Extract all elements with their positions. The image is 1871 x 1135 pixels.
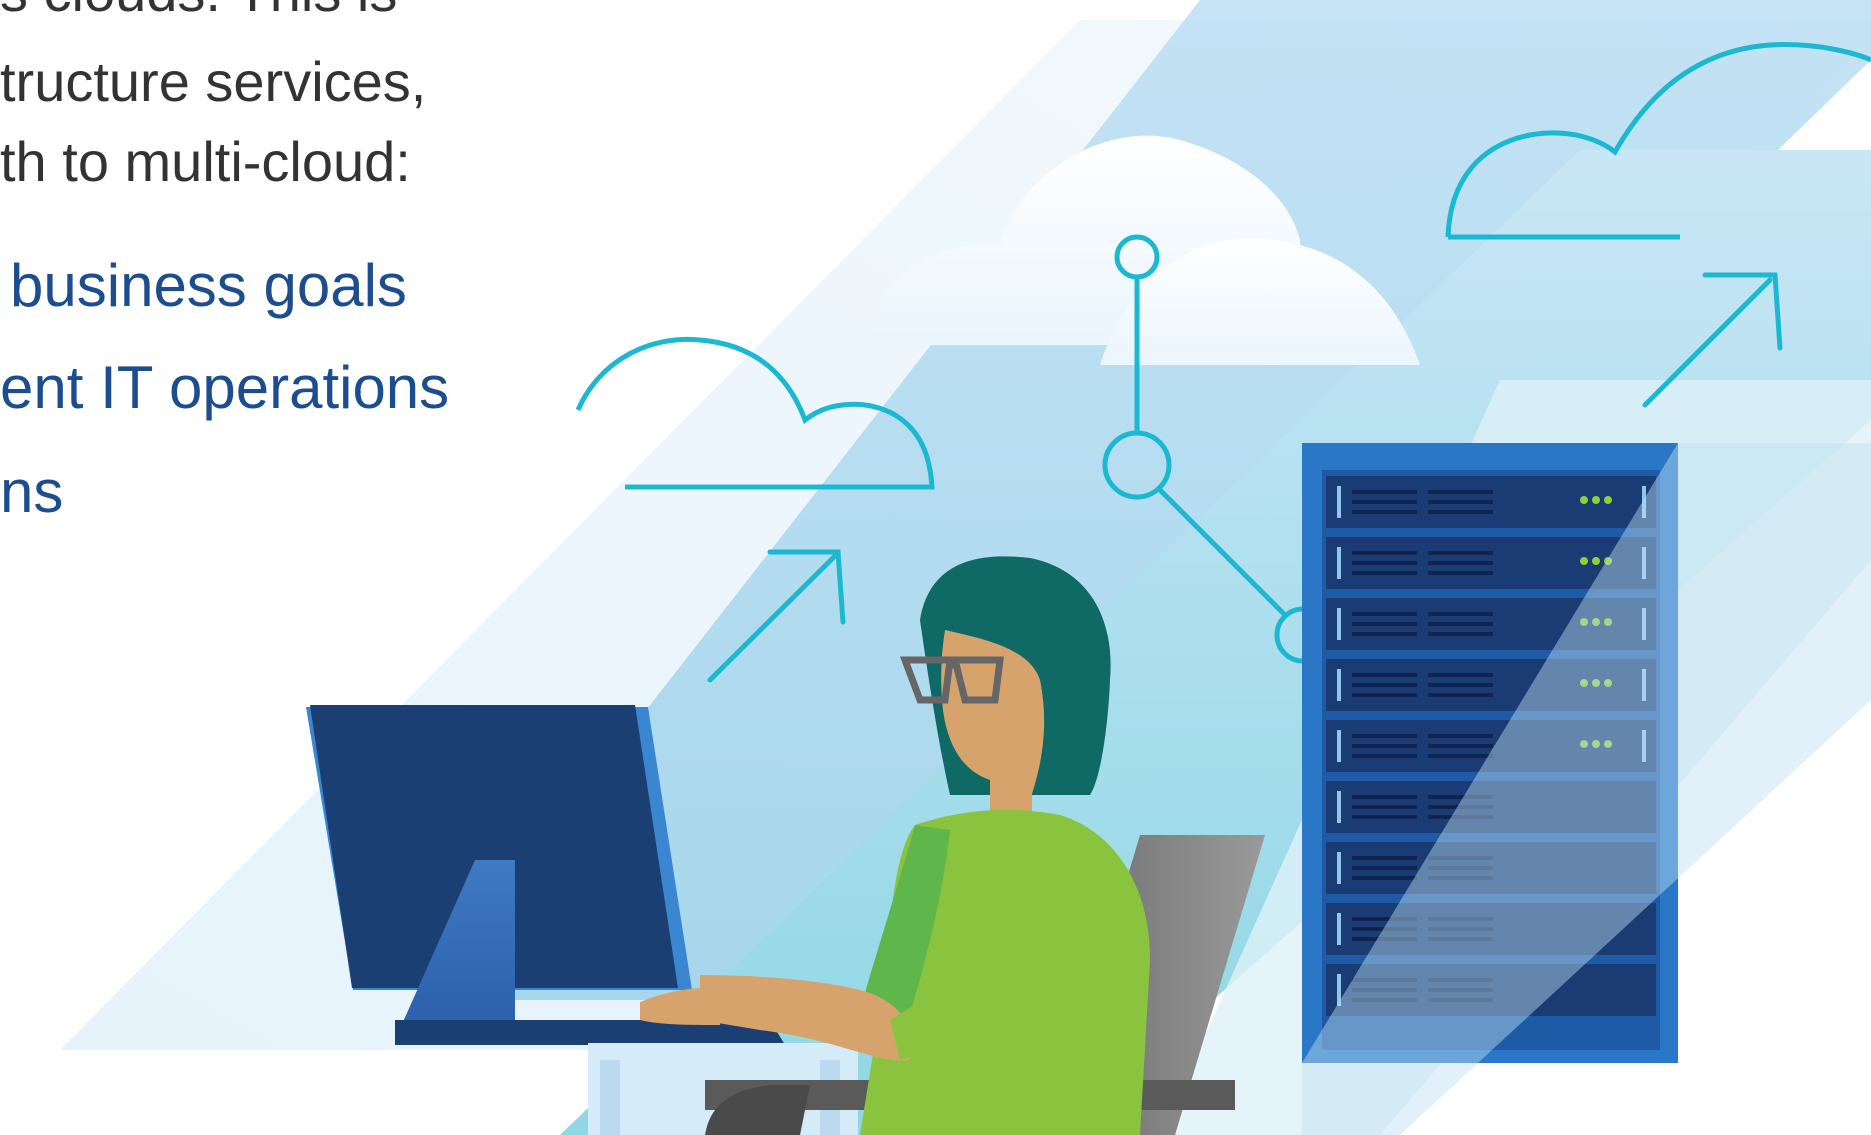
server-vent bbox=[1352, 571, 1417, 575]
server-vent bbox=[1352, 551, 1417, 555]
server-rack-icon bbox=[1302, 443, 1871, 1135]
server-led bbox=[1604, 496, 1612, 504]
server-led bbox=[1580, 496, 1588, 504]
server-vent bbox=[1428, 754, 1493, 758]
server-vent bbox=[1428, 500, 1493, 504]
server-vent bbox=[1352, 612, 1417, 616]
server-vent bbox=[1428, 683, 1493, 687]
intro-line: th to multi-cloud: bbox=[0, 130, 411, 193]
server-handle bbox=[1337, 547, 1341, 579]
bullet-item: business goals bbox=[10, 252, 407, 319]
server-vent bbox=[1428, 734, 1493, 738]
server-vent bbox=[1428, 612, 1493, 616]
server-vent bbox=[1352, 622, 1417, 626]
server-handle bbox=[1337, 791, 1341, 823]
server-vent bbox=[1428, 632, 1493, 636]
server-vent bbox=[1352, 866, 1417, 870]
server-vent bbox=[1352, 693, 1417, 697]
bullet-item: ent IT operations bbox=[0, 354, 450, 421]
intro-line: s clouds. This is bbox=[0, 0, 397, 20]
server-handle bbox=[1337, 730, 1341, 762]
server-vent bbox=[1352, 673, 1417, 677]
server-handle bbox=[1337, 608, 1341, 640]
server-vent bbox=[1428, 673, 1493, 677]
server-vent bbox=[1352, 490, 1417, 494]
server-led bbox=[1592, 496, 1600, 504]
server-vent bbox=[1428, 622, 1493, 626]
server-vent bbox=[1428, 490, 1493, 494]
server-vent bbox=[1428, 551, 1493, 555]
server-led bbox=[1580, 557, 1588, 565]
server-vent bbox=[1352, 734, 1417, 738]
server-vent bbox=[1352, 632, 1417, 636]
bullet-item: ns bbox=[0, 458, 64, 525]
server-vent bbox=[1352, 805, 1417, 809]
server-vent bbox=[1352, 876, 1417, 880]
intro-line: tructure services, bbox=[0, 50, 427, 113]
server-handle bbox=[1337, 852, 1341, 884]
server-vent bbox=[1352, 510, 1417, 514]
server-vent bbox=[1352, 795, 1417, 799]
server-vent bbox=[1352, 683, 1417, 687]
server-vent bbox=[1428, 744, 1493, 748]
server-vent bbox=[1428, 571, 1493, 575]
server-vent bbox=[1428, 510, 1493, 514]
server-vent bbox=[1352, 744, 1417, 748]
server-vent bbox=[1428, 561, 1493, 565]
server-vent bbox=[1352, 500, 1417, 504]
server-vent bbox=[1352, 754, 1417, 758]
server-vent bbox=[1428, 693, 1493, 697]
server-handle bbox=[1337, 486, 1341, 518]
server-handle bbox=[1337, 913, 1341, 945]
server-vent bbox=[1352, 856, 1417, 860]
server-led bbox=[1592, 557, 1600, 565]
server-vent bbox=[1352, 561, 1417, 565]
server-vent bbox=[1352, 815, 1417, 819]
server-handle bbox=[1337, 669, 1341, 701]
text-block: s clouds. This is tructure services, th … bbox=[0, 0, 700, 540]
